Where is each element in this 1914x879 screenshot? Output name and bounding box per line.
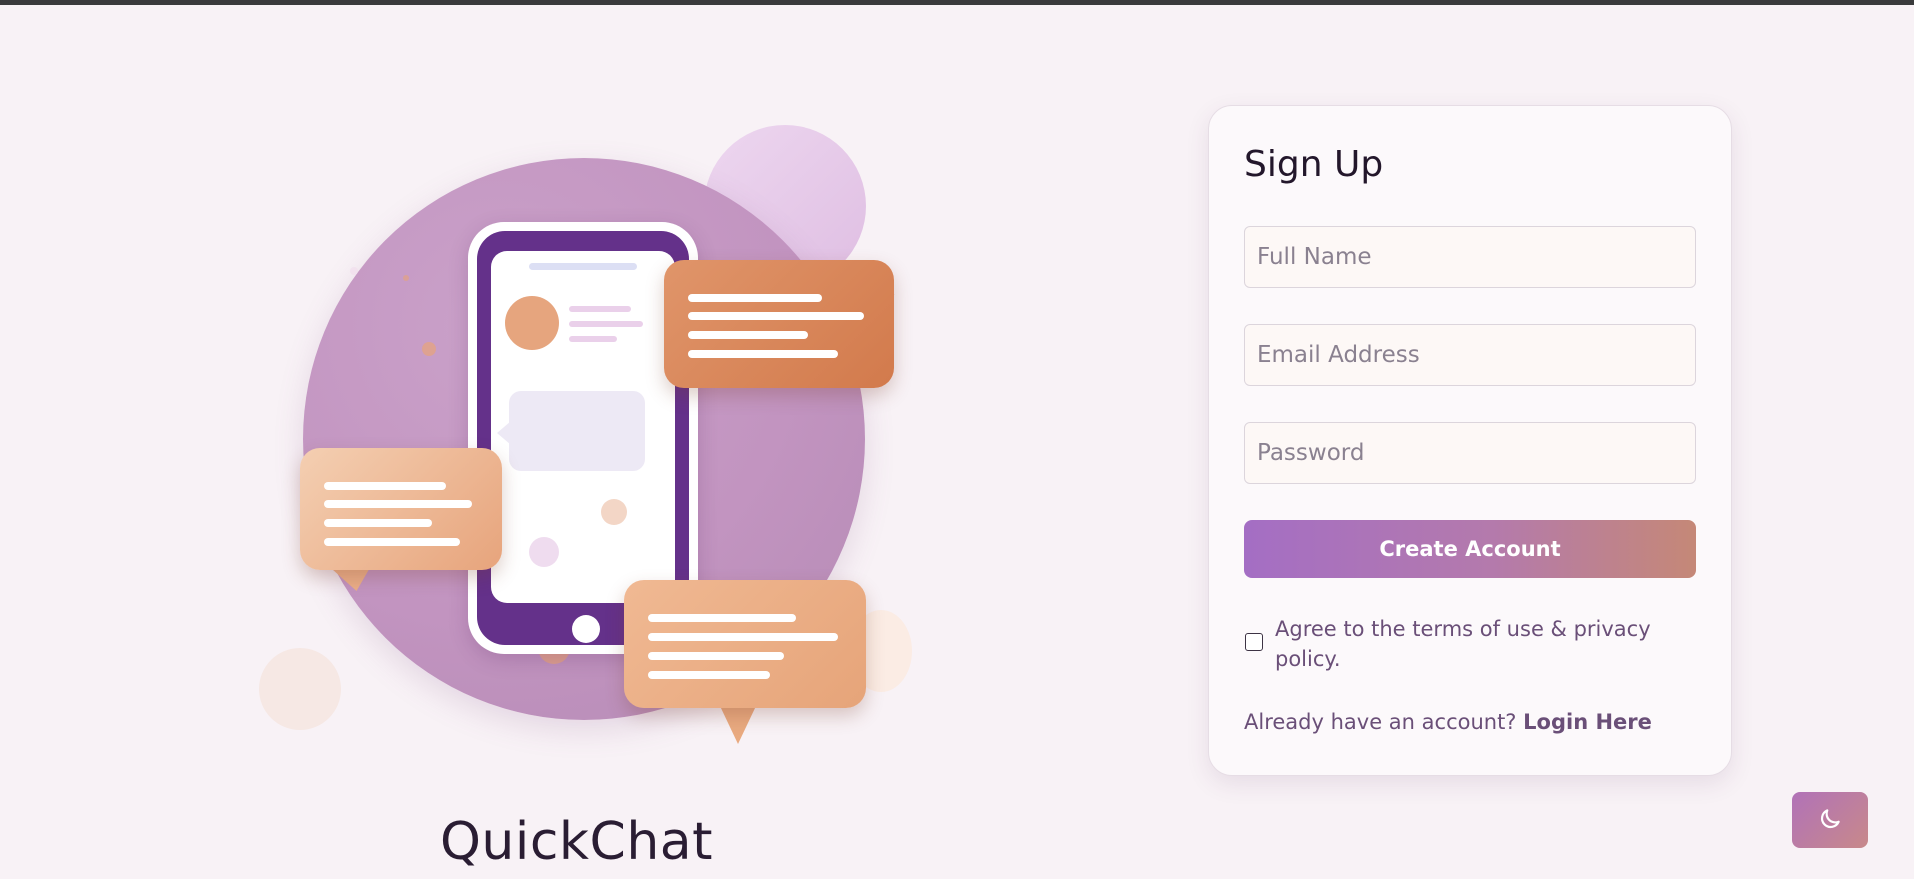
- password-input[interactable]: [1244, 422, 1696, 484]
- screen-text-line: [569, 321, 643, 327]
- screen-dot: [601, 499, 627, 525]
- moon-icon: [1817, 806, 1843, 835]
- screen-status-bar: [529, 263, 637, 270]
- screen-message-bubble: [509, 391, 645, 471]
- signup-title: Sign Up: [1244, 144, 1384, 185]
- top-border-bar: [0, 0, 1914, 5]
- decor-dot: [422, 342, 436, 356]
- brand-title: QuickChat: [440, 812, 714, 872]
- email-input[interactable]: [1244, 324, 1696, 386]
- chat-bubble-top: [664, 260, 894, 388]
- terms-label: Agree to the terms of use & privacy poli…: [1275, 617, 1651, 671]
- decor-circle-small-left: [259, 648, 341, 730]
- login-prompt-row: Already have an account? Login Here: [1244, 710, 1652, 734]
- screen-dot: [529, 537, 559, 567]
- create-account-button[interactable]: Create Account: [1244, 520, 1696, 578]
- decor-dot: [403, 275, 409, 281]
- chat-bubble-left: [300, 448, 502, 570]
- login-link[interactable]: Login Here: [1523, 710, 1652, 734]
- chat-illustration: [250, 110, 930, 770]
- screen-avatar: [505, 296, 559, 350]
- decor-dot: [350, 267, 358, 275]
- full-name-input[interactable]: [1244, 226, 1696, 288]
- login-prompt-text: Already have an account?: [1244, 710, 1517, 734]
- phone-screen: [491, 251, 675, 603]
- phone-home-button: [572, 615, 600, 643]
- screen-text-line: [569, 306, 631, 312]
- signup-card: Sign Up Create Account Agree to the term…: [1208, 105, 1732, 776]
- chat-bubble-tail: [720, 706, 756, 744]
- chat-bubble-bottom: [624, 580, 866, 708]
- theme-toggle-button[interactable]: [1792, 792, 1868, 848]
- screen-text-line: [569, 336, 617, 342]
- terms-checkbox[interactable]: [1245, 633, 1263, 651]
